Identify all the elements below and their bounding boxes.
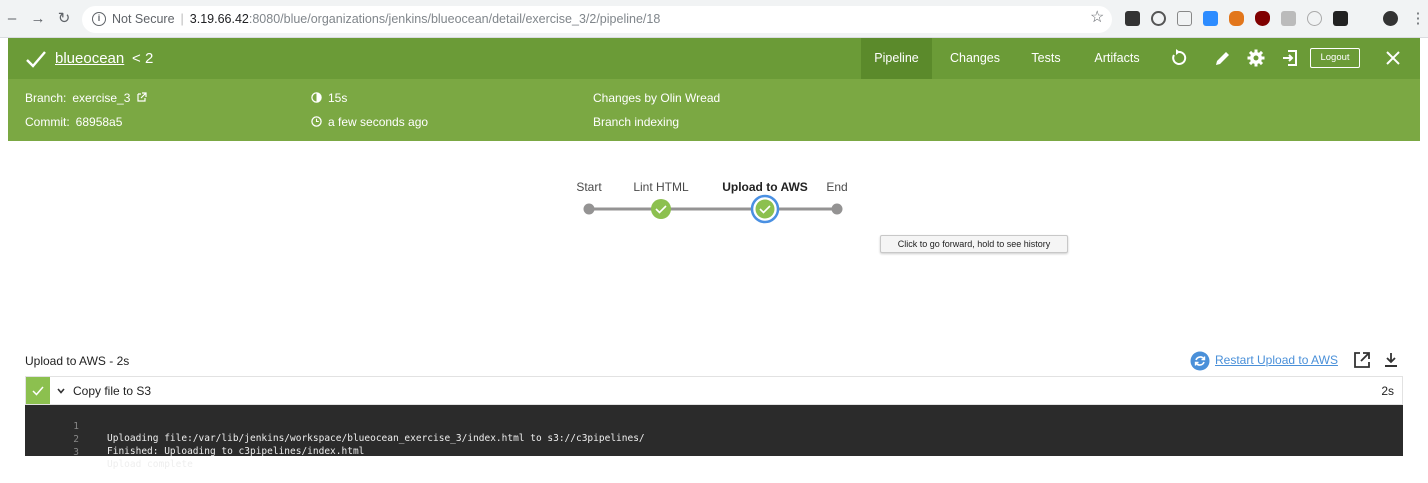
address-bar[interactable]: i Not Secure | 3.19.66.42:8080/blue/organi… bbox=[82, 6, 1112, 33]
rerun-icon[interactable] bbox=[1169, 48, 1189, 68]
tab-artifacts[interactable]: Artifacts bbox=[1088, 38, 1146, 79]
stage-node-start bbox=[583, 203, 595, 215]
log-line-text: Finished: Uploading to c3pipelines/index… bbox=[107, 446, 365, 457]
metamask-extension-icon[interactable] bbox=[1229, 11, 1244, 26]
extension-icon[interactable] bbox=[1281, 11, 1296, 26]
finished-info: a few seconds ago bbox=[311, 115, 428, 129]
branch-label: Branch: bbox=[25, 91, 67, 105]
cause-info: Branch indexing bbox=[593, 115, 680, 129]
security-label: Not Secure bbox=[112, 12, 175, 26]
commit-label: Commit: bbox=[25, 115, 70, 129]
stage-node-upload-to-aws[interactable] bbox=[750, 194, 780, 224]
extension-icon[interactable] bbox=[1151, 11, 1166, 26]
external-link-icon[interactable] bbox=[137, 92, 147, 102]
pipeline-graph bbox=[583, 194, 843, 224]
duration-value: 15s bbox=[328, 91, 348, 105]
tab-changes[interactable]: Changes bbox=[941, 38, 1009, 79]
stage-node-lint-html[interactable] bbox=[651, 199, 671, 219]
restart-stage-link[interactable]: Restart Upload to AWS bbox=[1215, 353, 1338, 367]
open-log-external-icon[interactable] bbox=[1353, 351, 1371, 369]
clock-icon bbox=[311, 116, 322, 127]
duration-info: 15s bbox=[311, 91, 347, 105]
log-line: 1 Uploading file:/var/lib/jenkins/worksp… bbox=[25, 409, 1403, 444]
browser-menu-icon[interactable]: ⋮ bbox=[1408, 9, 1428, 29]
step-row[interactable]: Copy file to S3 2s bbox=[25, 376, 1403, 405]
ublock-extension-icon[interactable] bbox=[1255, 11, 1270, 26]
commit-info: Commit: 68958a5 bbox=[25, 115, 122, 129]
job-name-link[interactable]: blueocean bbox=[55, 50, 124, 67]
run-summary: Branch: exercise_3 Commit: 68958a5 15s a f… bbox=[8, 79, 1420, 141]
branch-info: Branch: exercise_3 bbox=[25, 91, 147, 105]
stage-node-end bbox=[831, 203, 843, 215]
settings-gear-icon[interactable] bbox=[1246, 48, 1266, 68]
chevron-down-icon[interactable] bbox=[56, 386, 66, 396]
download-log-icon[interactable] bbox=[1382, 351, 1400, 369]
step-status-success bbox=[26, 377, 50, 404]
info-icon[interactable]: i bbox=[92, 12, 106, 26]
edit-pencil-icon[interactable] bbox=[1213, 48, 1233, 68]
exit-classic-icon[interactable] bbox=[1280, 48, 1300, 68]
browser-toolbar: – → ↻ i Not Secure | 3.19.66.42:8080/blue/… bbox=[0, 0, 1428, 38]
close-icon[interactable] bbox=[1383, 48, 1403, 68]
commit-value[interactable]: 68958a5 bbox=[76, 115, 123, 129]
console-log: 1 Uploading file:/var/lib/jenkins/worksp… bbox=[25, 405, 1403, 470]
extension-icon[interactable] bbox=[1125, 11, 1140, 26]
log-line: 3 Upload complete bbox=[25, 435, 1403, 470]
log-line-text: Upload complete bbox=[107, 459, 193, 470]
logout-button[interactable]: Logout bbox=[1310, 48, 1360, 68]
success-check-icon bbox=[26, 51, 46, 68]
tooltip: Click to go forward, hold to see history bbox=[880, 235, 1068, 253]
run-number[interactable]: < 2 bbox=[132, 50, 153, 67]
finished-value: a few seconds ago bbox=[328, 115, 429, 129]
extension-icon[interactable] bbox=[1177, 11, 1192, 26]
run-header: blueocean < 2 Pipeline Changes Tests Art… bbox=[8, 38, 1420, 79]
duration-icon bbox=[311, 92, 322, 103]
url-path: :8080/blue/organizations/jenkins/blueoce… bbox=[248, 12, 661, 26]
google-extension-icon[interactable] bbox=[1307, 11, 1322, 26]
changes-info: Changes by Olin Wread bbox=[593, 91, 721, 105]
profile-avatar-icon[interactable] bbox=[1383, 11, 1398, 26]
stage-detail-title: Upload to AWS - 2s bbox=[25, 354, 130, 368]
url-text[interactable]: Not Secure | 3.19.66.42:8080/blue/organiza… bbox=[112, 12, 660, 26]
step-duration: 2s bbox=[1381, 384, 1394, 398]
zoom-extension-icon[interactable] bbox=[1203, 11, 1218, 26]
url-host: 3.19.66.42 bbox=[189, 12, 249, 26]
log-line: 2 Finished: Uploading to c3pipelines/ind… bbox=[25, 422, 1403, 457]
back-arrow-icon[interactable]: – bbox=[2, 9, 22, 29]
tab-tests[interactable]: Tests bbox=[1024, 38, 1068, 79]
tab-pipeline[interactable]: Pipeline bbox=[861, 38, 932, 79]
branch-value[interactable]: exercise_3 bbox=[72, 91, 130, 105]
log-line-number[interactable]: 3 bbox=[25, 447, 79, 459]
step-success-check-icon bbox=[32, 386, 44, 396]
restart-stage-icon[interactable] bbox=[1190, 351, 1210, 371]
forward-arrow-icon[interactable]: → bbox=[28, 9, 48, 29]
extension-icon[interactable] bbox=[1333, 11, 1348, 26]
step-name: Copy file to S3 bbox=[73, 384, 152, 398]
bookmark-star-icon[interactable]: ☆ bbox=[1090, 9, 1104, 27]
run-number-value: 2 bbox=[144, 50, 154, 67]
reload-icon[interactable]: ↻ bbox=[54, 9, 74, 29]
